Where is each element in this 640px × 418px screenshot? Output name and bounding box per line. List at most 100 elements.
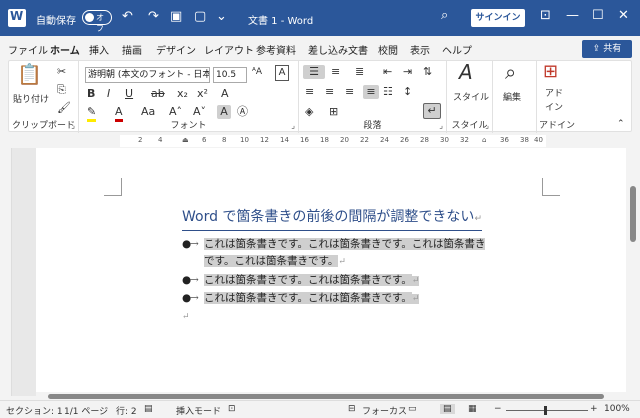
- tab-view[interactable]: 表示: [410, 42, 430, 57]
- tab-draw[interactable]: 描画: [122, 42, 142, 57]
- paragraph-launcher-icon[interactable]: ⌟: [439, 121, 443, 130]
- styles-button[interactable]: スタイル: [453, 91, 489, 105]
- close-button[interactable]: ✕: [618, 8, 629, 23]
- tab-references[interactable]: 参考資料: [256, 42, 296, 57]
- addin-icon[interactable]: ⊞: [543, 63, 558, 81]
- font-size-change-icon[interactable]: ᴬA: [252, 65, 262, 79]
- grow-font-icon[interactable]: A˄: [169, 105, 182, 119]
- increase-indent-icon[interactable]: ⇥: [403, 65, 412, 79]
- list-item[interactable]: ●→ これは箇条書きです。これは箇条書きです。↵: [182, 272, 420, 290]
- italic-icon[interactable]: I: [107, 87, 110, 101]
- status-mode[interactable]: 挿入モード: [176, 404, 221, 417]
- borders-icon[interactable]: ⊞: [329, 105, 338, 119]
- focus-button[interactable]: フォーカス: [362, 404, 407, 417]
- autosave-toggle[interactable]: オフ: [82, 10, 112, 33]
- superscript-icon[interactable]: x²: [197, 87, 208, 101]
- find-icon[interactable]: ⌕: [505, 62, 516, 82]
- redo-icon[interactable]: ↷: [148, 9, 159, 25]
- maximize-button[interactable]: ☐: [592, 8, 604, 23]
- shrink-font-icon[interactable]: A˅: [193, 105, 206, 119]
- new-document-icon[interactable]: ▢: [194, 9, 206, 25]
- clipboard-launcher-icon[interactable]: ⌟: [71, 121, 75, 130]
- tab-layout[interactable]: レイアウト: [204, 42, 254, 57]
- tab-design[interactable]: デザイン: [156, 42, 196, 57]
- zoom-slider-knob[interactable]: [544, 406, 547, 415]
- distributed-icon[interactable]: ☷: [383, 85, 393, 99]
- zoom-out-icon[interactable]: −: [494, 404, 502, 414]
- align-center-icon[interactable]: ≡: [325, 85, 334, 99]
- tab-insert[interactable]: 挿入: [89, 42, 109, 57]
- decrease-indent-icon[interactable]: ⇤: [383, 65, 392, 79]
- share-button[interactable]: ⇪ 共有: [582, 40, 632, 58]
- list-item[interactable]: ●→ これは箇条書きです。これは箇条書きです。これは箇条書き: [182, 236, 486, 253]
- web-layout-icon[interactable]: ▦: [468, 404, 477, 414]
- font-size-select[interactable]: 10.5: [213, 67, 247, 83]
- accessibility-icon[interactable]: ⊡: [228, 404, 236, 414]
- line-spacing-icon[interactable]: ↕: [403, 85, 412, 99]
- status-line[interactable]: 行: 2: [116, 404, 137, 417]
- zoom-in-icon[interactable]: +: [590, 404, 598, 414]
- underline-icon[interactable]: U: [125, 87, 133, 101]
- empty-paragraph[interactable]: ↵: [182, 308, 190, 326]
- minimize-button[interactable]: —: [566, 8, 579, 23]
- focus-icon[interactable]: ⊟: [348, 404, 356, 414]
- show-marks-icon[interactable]: ↵: [423, 103, 441, 119]
- horizontal-scroll-thumb[interactable]: [48, 394, 604, 399]
- list-item-continuation[interactable]: です。これは箇条書きです。↵: [204, 253, 346, 271]
- cut-icon[interactable]: ✂: [57, 65, 66, 79]
- change-case-icon[interactable]: Aa: [141, 105, 155, 119]
- indent-marker-icon[interactable]: ⏏: [182, 136, 189, 144]
- zoom-level[interactable]: 100%: [604, 404, 630, 414]
- tab-mailings[interactable]: 差し込み文書: [308, 42, 368, 57]
- multilevel-list-icon[interactable]: ≣: [355, 65, 364, 79]
- char-shading-icon[interactable]: A: [217, 105, 231, 119]
- align-right-icon[interactable]: ≡: [345, 85, 354, 99]
- ribbon-display-icon[interactable]: ⊡: [540, 8, 551, 23]
- strikethrough-icon[interactable]: ab: [151, 87, 165, 101]
- bullets-icon[interactable]: ☰: [303, 65, 325, 79]
- subscript-icon[interactable]: x₂: [177, 87, 188, 101]
- addin-button[interactable]: アド イン: [545, 87, 563, 115]
- horizontal-ruler[interactable]: 2 4 ⏏ 6 8 10 12 14 16 18 20 22 24 26 28 …: [120, 135, 546, 147]
- font-launcher-icon[interactable]: ⌟: [291, 121, 295, 130]
- font-name-select[interactable]: 游明朝 (本文のフォント - 日本語): [85, 67, 210, 83]
- document-heading[interactable]: Word で箇条書きの前後の間隔が調整できない↵: [182, 206, 482, 231]
- styles-launcher-icon[interactable]: ⌟: [485, 121, 489, 130]
- enclose-chars-icon[interactable]: Ⓐ: [237, 105, 248, 119]
- undo-icon[interactable]: ↶: [122, 9, 133, 25]
- status-section[interactable]: セクション: 1: [6, 404, 63, 417]
- align-left-icon[interactable]: ≡: [305, 85, 314, 99]
- char-border-icon[interactable]: A: [275, 65, 289, 81]
- list-item[interactable]: ●→ これは箇条書きです。これは箇条書きです。↵: [182, 290, 420, 308]
- numbering-icon[interactable]: ≡: [331, 65, 340, 79]
- format-painter-icon[interactable]: 🖌: [57, 101, 71, 115]
- save-icon[interactable]: ▣: [170, 9, 182, 25]
- paste-icon[interactable]: 📋: [17, 64, 42, 84]
- zoom-slider[interactable]: [506, 410, 588, 411]
- paste-button[interactable]: 貼り付け: [13, 93, 49, 107]
- copy-icon[interactable]: ⎘: [57, 83, 66, 97]
- shading-icon[interactable]: ◈: [305, 105, 313, 119]
- vertical-scrollbar[interactable]: [626, 148, 640, 396]
- search-icon[interactable]: ⌕: [441, 8, 448, 23]
- signin-button[interactable]: サインイン: [471, 9, 525, 27]
- customize-toolbar-icon[interactable]: ⌄: [216, 9, 227, 25]
- tab-file[interactable]: ファイル: [8, 42, 48, 57]
- print-layout-icon[interactable]: ▤: [440, 404, 455, 414]
- document-page[interactable]: Word で箇条書きの前後の間隔が調整できない↵ ●→ これは箇条書きです。これは…: [36, 148, 626, 392]
- tab-help[interactable]: ヘルプ: [442, 42, 472, 57]
- tab-home[interactable]: ホーム: [50, 42, 80, 62]
- horizontal-scrollbar[interactable]: [36, 392, 626, 400]
- vertical-scroll-thumb[interactable]: [630, 186, 636, 242]
- status-page[interactable]: 1/1 ページ: [64, 404, 108, 417]
- text-effects-icon[interactable]: A: [221, 87, 229, 101]
- sort-icon[interactable]: ⇅: [423, 65, 432, 79]
- editing-button[interactable]: 編集: [503, 91, 521, 105]
- styles-icon[interactable]: A: [459, 62, 473, 82]
- right-indent-marker-icon[interactable]: ⌂: [482, 136, 486, 144]
- collapse-ribbon-icon[interactable]: ⌃: [617, 117, 625, 131]
- bold-icon[interactable]: B: [87, 87, 95, 101]
- proofing-icon[interactable]: ▤: [144, 404, 153, 414]
- vertical-ruler[interactable]: [0, 148, 12, 396]
- tab-review[interactable]: 校閲: [378, 42, 398, 57]
